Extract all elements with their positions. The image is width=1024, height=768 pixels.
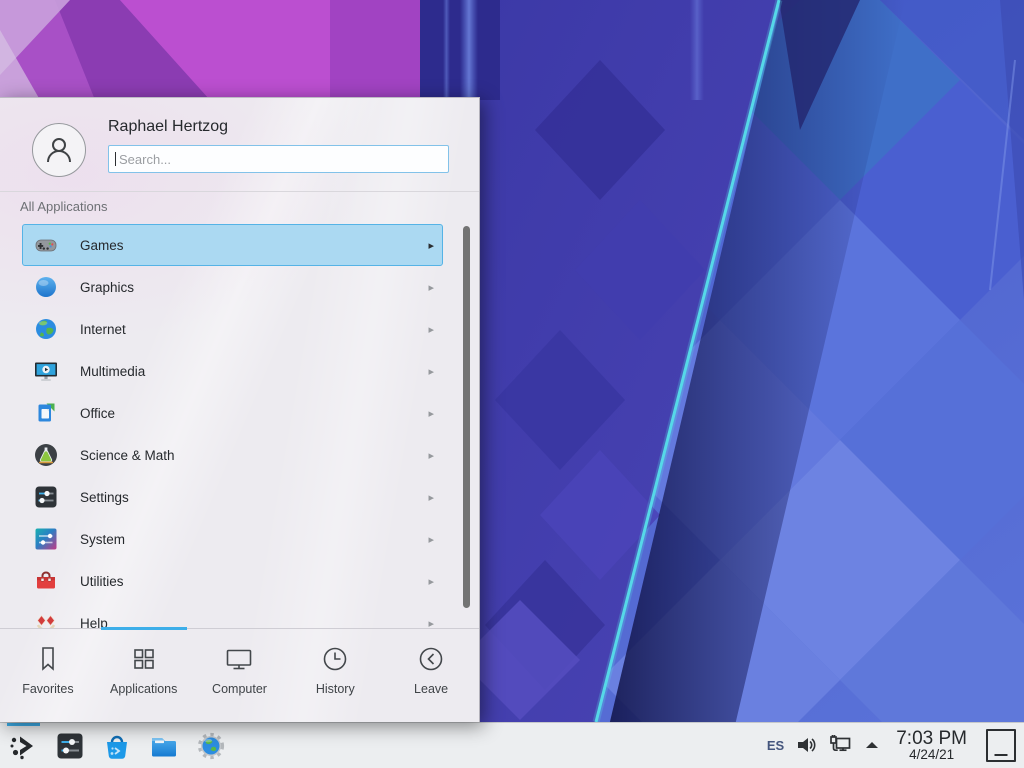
tab-history[interactable]: History: [287, 631, 383, 723]
system-tray: ES 7:03 PM 4/24/21: [767, 729, 1024, 762]
clock-time: 7:03 PM: [896, 729, 967, 748]
tab-leave[interactable]: Leave: [383, 631, 479, 723]
tab-label: Leave: [414, 682, 448, 696]
section-label: All Applications: [20, 199, 107, 214]
list-item-label: Office: [80, 406, 115, 421]
dolphin-file-manager-launcher[interactable]: [147, 729, 181, 763]
header-separator: [0, 191, 479, 192]
submenu-arrow-icon: ▸: [428, 617, 434, 629]
application-launcher-menu: Raphael Hertzog All Applications Games ▸: [0, 97, 480, 722]
user-avatar[interactable]: [32, 123, 86, 177]
tab-label: History: [316, 682, 355, 696]
history-icon: [319, 643, 351, 675]
internet-icon: [33, 316, 59, 342]
application-launcher-icon: [7, 730, 39, 762]
list-item-system[interactable]: System ▸: [22, 518, 443, 560]
search-field-wrap: [108, 145, 449, 173]
science-math-icon: [33, 442, 59, 468]
list-item-label: Settings: [80, 490, 129, 505]
list-scrollbar-thumb[interactable]: [463, 226, 470, 608]
tab-label: Favorites: [22, 682, 73, 696]
digital-clock[interactable]: 7:03 PM 4/24/21: [892, 729, 971, 762]
list-item-label: System: [80, 532, 125, 547]
utilities-icon: [33, 568, 59, 594]
network-icon[interactable]: [828, 734, 852, 756]
submenu-arrow-icon: ▸: [428, 491, 434, 504]
text-caret: [115, 152, 116, 166]
user-icon: [41, 132, 77, 168]
list-item-label: Multimedia: [80, 364, 145, 379]
tab-label: Computer: [212, 682, 267, 696]
tab-applications[interactable]: Applications: [96, 631, 192, 723]
office-icon: [33, 400, 59, 426]
submenu-arrow-icon: ▸: [428, 575, 434, 588]
list-item-label: Games: [80, 238, 124, 253]
submenu-arrow-icon: ▸: [428, 281, 434, 294]
user-name: Raphael Hertzog: [108, 118, 228, 136]
discover-icon: [102, 731, 132, 761]
help-icon: [33, 610, 59, 628]
settings-icon: [33, 484, 59, 510]
list-item-settings[interactable]: Settings ▸: [22, 476, 443, 518]
show-desktop-button[interactable]: [986, 729, 1016, 762]
submenu-arrow-icon: ▸: [428, 323, 434, 336]
konqueror-globe-gear-icon: [196, 731, 226, 761]
konqueror-browser-launcher[interactable]: [194, 729, 228, 763]
favorites-icon: [32, 643, 64, 675]
games-icon: [33, 232, 59, 258]
expand-tray-arrow-icon[interactable]: [863, 736, 881, 754]
footer-tab-bar: Favorites Applications Computer: [0, 631, 479, 723]
system-icon: [33, 526, 59, 552]
list-item-utilities[interactable]: Utilities ▸: [22, 560, 443, 602]
system-settings-icon: [55, 731, 85, 761]
list-item-label: Utilities: [80, 574, 124, 589]
application-launcher-button[interactable]: [6, 729, 40, 763]
list-item-label: Science & Math: [80, 448, 175, 463]
computer-icon: [223, 643, 255, 675]
footer-separator: [0, 628, 479, 629]
tab-computer[interactable]: Computer: [192, 631, 288, 723]
submenu-arrow-icon: ▸: [428, 239, 434, 252]
launcher-header: Raphael Hertzog: [0, 98, 479, 191]
category-list: Games ▸ Graphics ▸ Internet ▸: [0, 224, 479, 628]
tab-favorites[interactable]: Favorites: [0, 631, 96, 723]
list-item-science-math[interactable]: Science & Math ▸: [22, 434, 443, 476]
list-item-games[interactable]: Games ▸: [22, 224, 443, 266]
submenu-arrow-icon: ▸: [428, 449, 434, 462]
clock-date: 4/24/21: [909, 748, 954, 762]
applications-icon: [128, 643, 160, 675]
system-settings-launcher[interactable]: [53, 729, 87, 763]
list-item-internet[interactable]: Internet ▸: [22, 308, 443, 350]
list-item-graphics[interactable]: Graphics ▸: [22, 266, 443, 308]
list-item-office[interactable]: Office ▸: [22, 392, 443, 434]
submenu-arrow-icon: ▸: [428, 365, 434, 378]
tab-label: Applications: [110, 682, 177, 696]
list-item-label: Graphics: [80, 280, 134, 295]
show-desktop-line: [995, 754, 1008, 756]
volume-icon[interactable]: [795, 734, 817, 756]
leave-icon: [415, 643, 447, 675]
submenu-arrow-icon: ▸: [428, 533, 434, 546]
taskbar-panel: ES 7:03 PM 4/24/21: [0, 722, 1024, 768]
search-input[interactable]: [108, 145, 449, 173]
dolphin-folder-icon: [149, 731, 179, 761]
keyboard-layout-indicator[interactable]: ES: [767, 738, 784, 753]
graphics-icon: [33, 274, 59, 300]
list-item-label: Internet: [80, 322, 126, 337]
submenu-arrow-icon: ▸: [428, 407, 434, 420]
taskbar-launchers: [0, 729, 228, 763]
multimedia-icon: [33, 358, 59, 384]
list-item-help[interactable]: Help ▸: [22, 602, 443, 628]
list-item-multimedia[interactable]: Multimedia ▸: [22, 350, 443, 392]
discover-launcher[interactable]: [100, 729, 134, 763]
active-tab-indicator: [101, 627, 187, 630]
